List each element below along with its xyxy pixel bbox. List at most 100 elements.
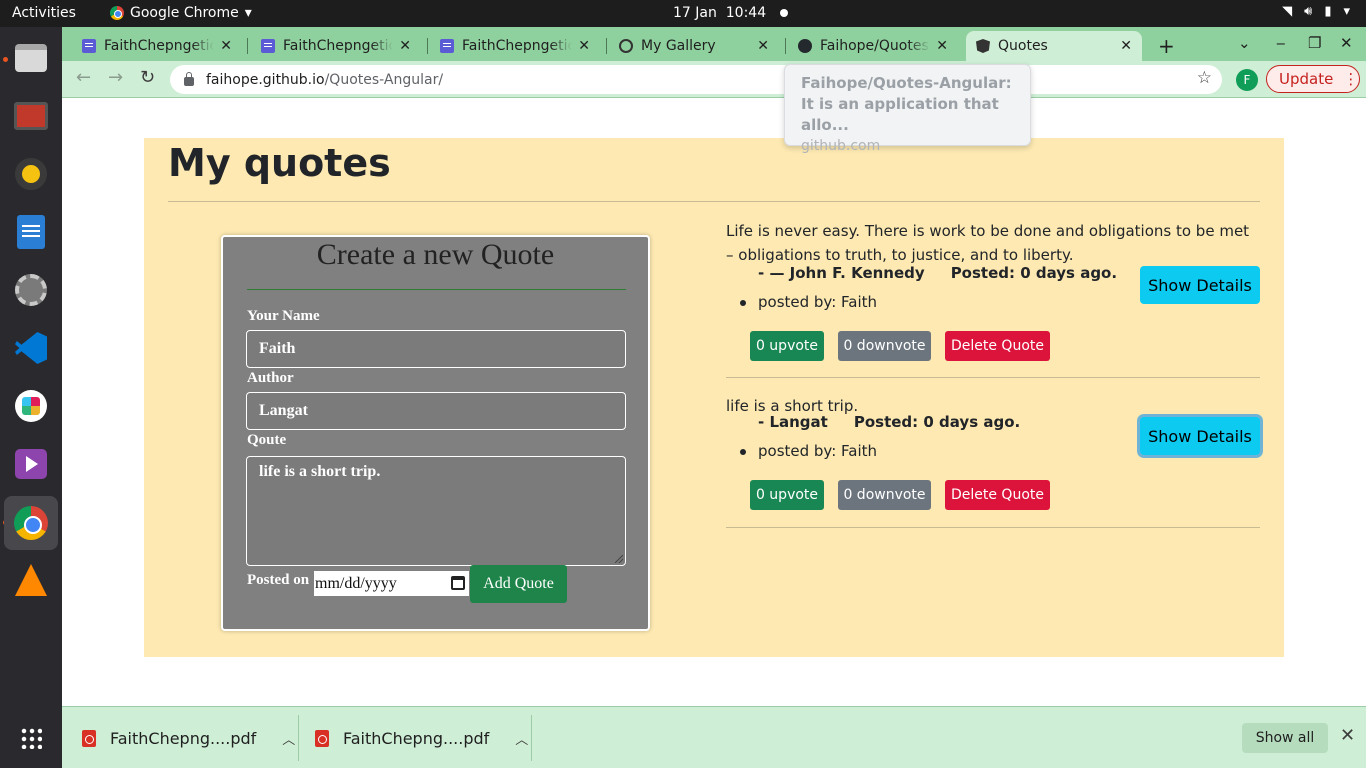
calendar-icon[interactable] [451, 576, 465, 590]
tab-docs-1[interactable]: FaithChepngetich ✕ [72, 31, 242, 61]
name-input[interactable]: Faith [246, 330, 626, 368]
profile-avatar[interactable]: F [1236, 69, 1258, 91]
lock-icon[interactable] [184, 72, 194, 86]
close-icon[interactable]: ✕ [757, 38, 769, 54]
tab-search-icon[interactable]: ⌄ [1238, 34, 1251, 52]
reload-icon[interactable]: ↻ [140, 67, 155, 88]
quote-label: Qoute [247, 432, 287, 448]
delete-quote-button[interactable]: Delete Quote [945, 331, 1050, 361]
quotes-container: My quotes Create a new Quote Your Name F… [144, 138, 1284, 657]
chevron-up-icon[interactable]: ︿ [515, 729, 528, 748]
dock-rhythmbox[interactable] [11, 154, 51, 194]
add-quote-button[interactable]: Add Quote [470, 565, 567, 603]
address-bar[interactable]: faihope.github.io/Quotes-Angular/ ☆ [170, 65, 1222, 94]
download-item[interactable]: FaithChepng....pdf ︿ [82, 707, 295, 768]
running-indicator [3, 57, 8, 62]
posted-by-text: posted by: Faith [758, 442, 878, 460]
tab-separator [427, 38, 428, 54]
system-top-bar: Activities Google Chrome ▾ 17 Jan 10:44 … [0, 0, 1366, 27]
caret-down-icon: ▾ [244, 5, 252, 21]
date-input[interactable]: mm/dd/yyyy [314, 571, 469, 596]
url-path: /Quotes-Angular/ [324, 71, 444, 88]
posted-by-text: posted by: Faith [758, 293, 878, 311]
dock-video[interactable] [11, 444, 51, 484]
bookmark-star-icon[interactable]: ☆ [1197, 68, 1212, 88]
maximize-icon[interactable]: ❐ [1308, 34, 1321, 52]
tab-docs-3[interactable]: FaithChepngetich ✕ [430, 31, 600, 61]
quote-meta: - — John F. Kennedy Posted: 0 days ago. [758, 264, 1117, 282]
close-icon[interactable]: ✕ [1340, 725, 1355, 746]
dock-settings[interactable] [11, 270, 51, 310]
download-item[interactable]: FaithChepng....pdf ︿ [315, 707, 528, 768]
quote-posted: Posted: 0 days ago. [950, 264, 1118, 282]
close-icon[interactable]: ✕ [220, 38, 232, 54]
create-quote-form: Create a new Quote Your Name Faith Autho… [221, 235, 650, 631]
quote-author: - Langat [758, 413, 828, 431]
slack-icon [15, 390, 47, 422]
vscode-icon [15, 332, 47, 364]
divider [168, 201, 1260, 202]
tab-docs-2[interactable]: FaithChepngetich ✕ [251, 31, 421, 61]
dock-vscode[interactable] [11, 328, 51, 368]
clock[interactable]: 17 Jan 10:44 [673, 5, 789, 21]
caret-down-icon: ▾ [1343, 4, 1350, 19]
dock-slack[interactable] [11, 386, 51, 426]
close-icon[interactable]: ✕ [399, 38, 411, 54]
download-shelf: FaithChepng....pdf ︿ FaithChepng....pdf … [62, 706, 1366, 768]
app-menu[interactable]: Google Chrome ▾ [110, 5, 252, 21]
dock [0, 27, 62, 768]
chevron-up-icon[interactable]: ︿ [282, 729, 295, 748]
close-icon[interactable]: ✕ [578, 38, 590, 54]
upvote-button[interactable]: 0 upvote [750, 331, 824, 361]
dock-show-apps[interactable] [11, 718, 51, 758]
show-details-button[interactable]: Show Details [1140, 417, 1260, 455]
delete-quote-button[interactable]: Delete Quote [945, 480, 1050, 510]
posted-by: posted by: Faith [740, 293, 877, 311]
tab-hover-card: Faihope/Quotes-Angular: It is an applica… [784, 64, 1031, 154]
video-player-icon [15, 449, 47, 479]
show-details-button[interactable]: Show Details [1140, 266, 1260, 304]
bullet-icon [740, 299, 746, 306]
forward-arrow-icon[interactable]: → [108, 67, 123, 88]
github-icon [798, 39, 812, 53]
settings-icon [15, 274, 47, 306]
minimize-icon[interactable]: ‒ [1276, 34, 1286, 52]
url-host: faihope.github.io [206, 71, 325, 88]
tab-separator [247, 38, 248, 54]
name-label: Your Name [247, 308, 320, 324]
close-icon[interactable]: ✕ [1120, 38, 1132, 54]
clock-date: 17 Jan [673, 5, 717, 21]
dock-screen-recorder[interactable] [11, 96, 51, 136]
posted-on-label: Posted on [247, 572, 310, 588]
new-tab-button[interactable]: + [1158, 34, 1175, 58]
dock-files[interactable] [11, 38, 51, 78]
volume-icon: 🔊︎ [1304, 4, 1313, 19]
back-arrow-icon[interactable]: ← [76, 67, 91, 88]
dock-vlc[interactable] [11, 560, 51, 600]
quote-item: Life is never easy. There is work to be … [726, 219, 1260, 379]
activities-button[interactable]: Activities [12, 5, 76, 21]
tab-my-gallery[interactable]: My Gallery ✕ [609, 31, 779, 61]
show-all-button[interactable]: Show all [1242, 723, 1328, 753]
docs-icon [82, 39, 96, 53]
docs-icon [261, 39, 275, 53]
window-close-icon[interactable]: ✕ [1340, 34, 1353, 52]
upvote-button[interactable]: 0 upvote [750, 480, 824, 510]
app-grid-icon [20, 727, 42, 749]
pdf-icon [82, 729, 96, 747]
downvote-button[interactable]: 0 downvote [838, 480, 931, 510]
update-button[interactable]: Update ⋮ [1266, 65, 1360, 93]
system-tray[interactable]: ◥ 🔊︎ ▮ ▾ [1282, 4, 1350, 19]
dock-writer[interactable] [11, 212, 51, 252]
downvote-button[interactable]: 0 downvote [838, 331, 931, 361]
tab-github[interactable]: Faihope/Quotes-Angular ✕ [788, 31, 958, 61]
quote-textarea[interactable]: life is a short trip. [246, 456, 626, 566]
close-icon[interactable]: ✕ [936, 38, 948, 54]
tab-quotes[interactable]: Quotes ✕ [966, 31, 1142, 61]
wifi-icon: ◥ [1282, 4, 1293, 19]
dock-chrome[interactable] [4, 496, 58, 550]
resize-grip-icon[interactable] [615, 555, 623, 563]
divider [726, 527, 1260, 528]
app-menu-label: Google Chrome [130, 5, 239, 21]
author-input[interactable]: Langat [246, 392, 626, 430]
